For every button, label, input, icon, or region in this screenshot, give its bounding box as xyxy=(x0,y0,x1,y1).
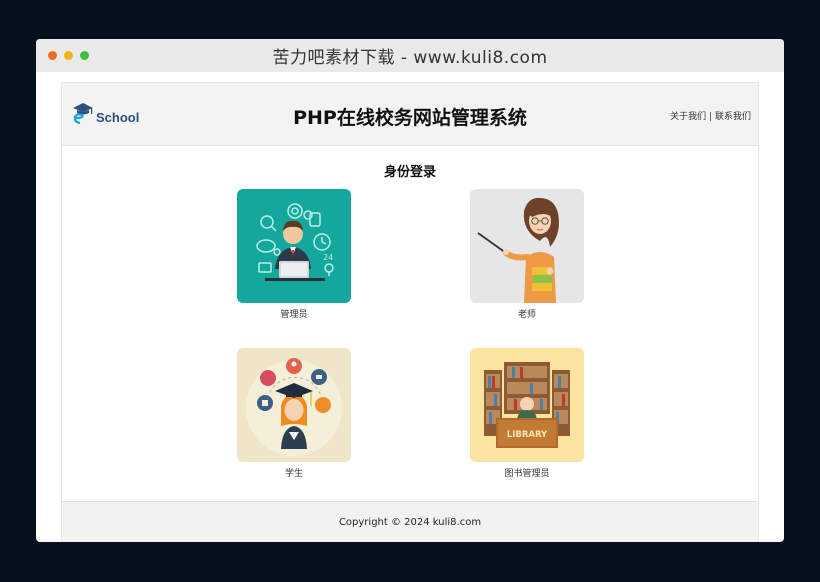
site-header: School PHP在线校务网站管理系统 关于我们 | 联系我们 xyxy=(62,83,758,146)
admin-icon[interactable]: 24 xyxy=(237,189,351,303)
browser-window: 苦力吧素材下载 - www.kuli8.com School PHP在线校务网站… xyxy=(36,39,784,542)
window-controls xyxy=(48,51,89,60)
teacher-icon[interactable] xyxy=(470,189,584,303)
maximize-window-button[interactable] xyxy=(80,51,89,60)
contact-us-link[interactable]: 联系我们 xyxy=(715,112,751,122)
role-card-teacher[interactable]: 老师 xyxy=(470,189,584,320)
page: School PHP在线校务网站管理系统 关于我们 | 联系我们 身份登录 24… xyxy=(61,82,759,542)
header-links: 关于我们 | 联系我们 xyxy=(670,109,751,122)
role-label-teacher: 老师 xyxy=(517,310,536,320)
role-card-student[interactable]: 学生 xyxy=(237,348,351,479)
window-titlebar: 苦力吧素材下载 - www.kuli8.com xyxy=(36,39,784,72)
about-us-link[interactable]: 关于我们 xyxy=(670,112,706,122)
window-title: 苦力吧素材下载 - www.kuli8.com xyxy=(272,48,548,68)
librarian-icon[interactable]: LIBRARY xyxy=(470,348,584,462)
copyright-text: Copyright © 2024 kuli8.com xyxy=(338,516,482,528)
role-card-admin[interactable]: 24 管理员 xyxy=(237,189,351,320)
minimize-window-button[interactable] xyxy=(64,51,73,60)
close-window-button[interactable] xyxy=(48,51,57,60)
site-footer: Copyright © 2024 kuli8.com xyxy=(62,501,758,542)
login-section-title: 身份登录 xyxy=(383,165,436,180)
role-label-librarian: 图书管理员 xyxy=(504,469,550,479)
svg-text:24: 24 xyxy=(323,253,333,262)
site-title: PHP在线校务网站管理系统 xyxy=(293,107,527,129)
link-separator: | xyxy=(709,112,713,122)
role-label-student: 学生 xyxy=(284,469,303,479)
student-icon[interactable] xyxy=(237,348,351,462)
role-card-librarian[interactable]: LIBRARY 图书管理员 xyxy=(470,348,584,479)
svg-text:LIBRARY: LIBRARY xyxy=(507,430,548,440)
role-label-admin: 管理员 xyxy=(280,310,308,320)
